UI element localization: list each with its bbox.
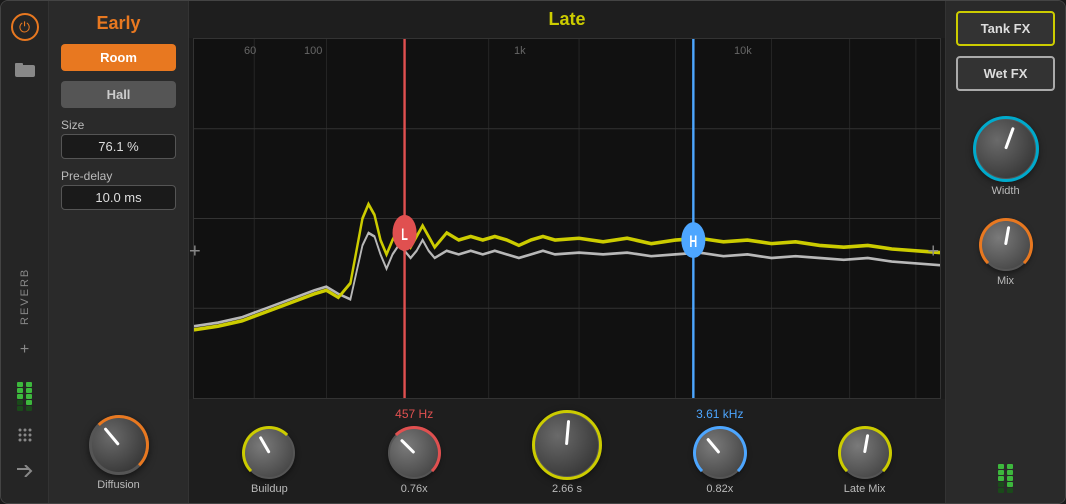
vu-meter-sidebar: [17, 371, 32, 411]
eq-display: 60 100 1k 10k: [193, 38, 941, 399]
late-title: Late: [189, 1, 945, 38]
plugin-container: ⏻ REVERB +: [0, 0, 1066, 504]
high-decay-label: 0.82x: [706, 483, 733, 495]
eq-svg: L H: [194, 39, 940, 398]
high-decay-knob[interactable]: [694, 427, 746, 479]
width-label: Width: [991, 185, 1019, 197]
wet-fx-button[interactable]: Wet FX: [956, 56, 1055, 91]
size-value[interactable]: 76.1 %: [61, 134, 176, 159]
low-freq-label: 457 Hz: [395, 407, 433, 421]
low-decay-knob-group: 457 Hz 0.76x: [388, 407, 440, 495]
diffusion-section: Diffusion: [61, 415, 176, 491]
sidebar-bottom: +: [13, 341, 37, 491]
buildup-knob[interactable]: [243, 427, 295, 479]
right-panel: Tank FX Wet FX Width Mix: [945, 1, 1065, 503]
low-decay-knob[interactable]: [388, 427, 440, 479]
reverb-label: REVERB: [19, 97, 31, 325]
decay-knob[interactable]: [533, 411, 601, 479]
freq-label-1k: 1k: [514, 45, 526, 57]
buildup-knob-group: Buildup: [243, 427, 295, 495]
predelay-value[interactable]: 10.0 ms: [61, 185, 176, 210]
left-expand-button[interactable]: +: [189, 241, 201, 264]
hall-preset-button[interactable]: Hall: [61, 81, 176, 108]
freq-label-100: 100: [304, 45, 322, 57]
right-expand-button[interactable]: +: [927, 241, 939, 264]
power-button[interactable]: ⏻: [11, 13, 39, 41]
folder-icon[interactable]: [13, 57, 37, 81]
svg-text:H: H: [689, 233, 697, 251]
arrow-icon[interactable]: [13, 459, 37, 483]
predelay-label: Pre-delay: [61, 169, 176, 183]
grid-icon[interactable]: [13, 423, 37, 447]
width-section: Width: [956, 117, 1055, 197]
main-area: Late 60 100 1k 10k: [189, 1, 945, 503]
predelay-section: Pre-delay 10.0 ms: [61, 169, 176, 210]
high-decay-knob-group: 3.61 kHz 0.82x: [694, 407, 746, 495]
diffusion-knob[interactable]: [89, 415, 149, 475]
freq-label-10k: 10k: [734, 45, 752, 57]
early-panel: Early Room Hall Size 76.1 % Pre-delay 10…: [49, 1, 189, 503]
mix-knob[interactable]: [980, 219, 1032, 271]
size-label: Size: [61, 118, 176, 132]
tank-fx-button[interactable]: Tank FX: [956, 11, 1055, 46]
early-title: Early: [61, 13, 176, 34]
size-section: Size 76.1 %: [61, 118, 176, 159]
mix-section: Mix: [956, 219, 1055, 287]
room-preset-button[interactable]: Room: [61, 44, 176, 71]
low-decay-label: 0.76x: [401, 483, 428, 495]
high-freq-label: 3.61 kHz: [696, 407, 743, 421]
mix-label: Mix: [997, 275, 1014, 287]
late-mix-label: Late Mix: [844, 483, 886, 495]
width-knob[interactable]: [974, 117, 1038, 181]
svg-text:L: L: [401, 226, 408, 244]
freq-label-60: 60: [244, 45, 256, 57]
bottom-knobs: Buildup 457 Hz 0.76x 2.66 s: [189, 399, 945, 503]
decay-label: 2.66 s: [552, 483, 582, 495]
left-sidebar: ⏻ REVERB +: [1, 1, 49, 503]
vu-meter-right: [956, 457, 1055, 493]
late-mix-knob[interactable]: [839, 427, 891, 479]
buildup-label: Buildup: [251, 483, 288, 495]
plus-icon[interactable]: +: [20, 341, 29, 359]
decay-knob-group: 2.66 s: [533, 411, 601, 495]
diffusion-label: Diffusion: [97, 479, 140, 491]
late-mix-knob-group: Late Mix: [839, 427, 891, 495]
